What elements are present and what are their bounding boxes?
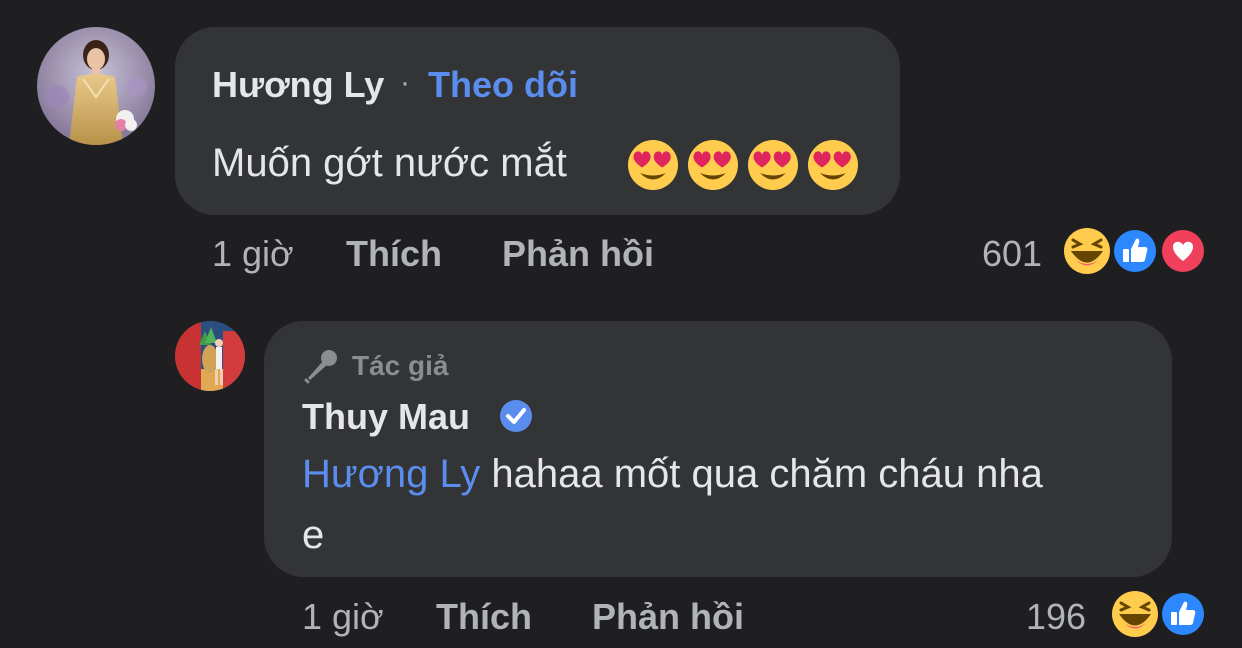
author-badge-label: Tác giả xyxy=(352,350,449,381)
separator-dot: · xyxy=(400,66,410,99)
reply-text-line1: Hương Ly hahaa mốt qua chăm cháu nha xyxy=(302,452,1043,497)
love-icon[interactable] xyxy=(1158,226,1208,276)
follow-button[interactable]: Theo dõi xyxy=(428,64,578,106)
microphone-icon xyxy=(304,350,337,384)
reaction-count[interactable]: 601 xyxy=(982,233,1042,275)
like-icon[interactable] xyxy=(1158,589,1208,639)
reply-button[interactable]: Phản hồi xyxy=(502,233,654,275)
reply-text: hahaa mốt qua chăm cháu nha xyxy=(480,452,1043,496)
reply-reply-button[interactable]: Phản hồi xyxy=(592,596,744,638)
verified-badge-icon xyxy=(500,400,532,432)
reply-text-line2: e xyxy=(302,513,325,557)
heart-eyes-emoji xyxy=(628,140,678,190)
replier-avatar[interactable] xyxy=(175,321,245,391)
reply-like-button[interactable]: Thích xyxy=(436,596,532,638)
comment-timestamp[interactable]: 1 giờ xyxy=(212,233,294,275)
haha-icon[interactable] xyxy=(1060,224,1114,278)
heart-eyes-emoji xyxy=(808,140,858,190)
haha-icon[interactable] xyxy=(1108,587,1162,641)
commenter-avatar[interactable] xyxy=(37,27,155,145)
reply-timestamp[interactable]: 1 giờ xyxy=(302,596,384,638)
mention-link[interactable]: Hương Ly xyxy=(302,452,480,496)
heart-eyes-emoji xyxy=(688,140,738,190)
reply-reaction-count[interactable]: 196 xyxy=(1026,596,1086,638)
like-button[interactable]: Thích xyxy=(346,233,442,275)
replier-name[interactable]: Thuy Mau xyxy=(302,396,470,438)
like-icon[interactable] xyxy=(1110,226,1160,276)
heart-eyes-emoji xyxy=(748,140,798,190)
commenter-name[interactable]: Hương Ly xyxy=(212,64,384,106)
comment-text: Muốn gớt nước mắt xyxy=(212,141,567,185)
